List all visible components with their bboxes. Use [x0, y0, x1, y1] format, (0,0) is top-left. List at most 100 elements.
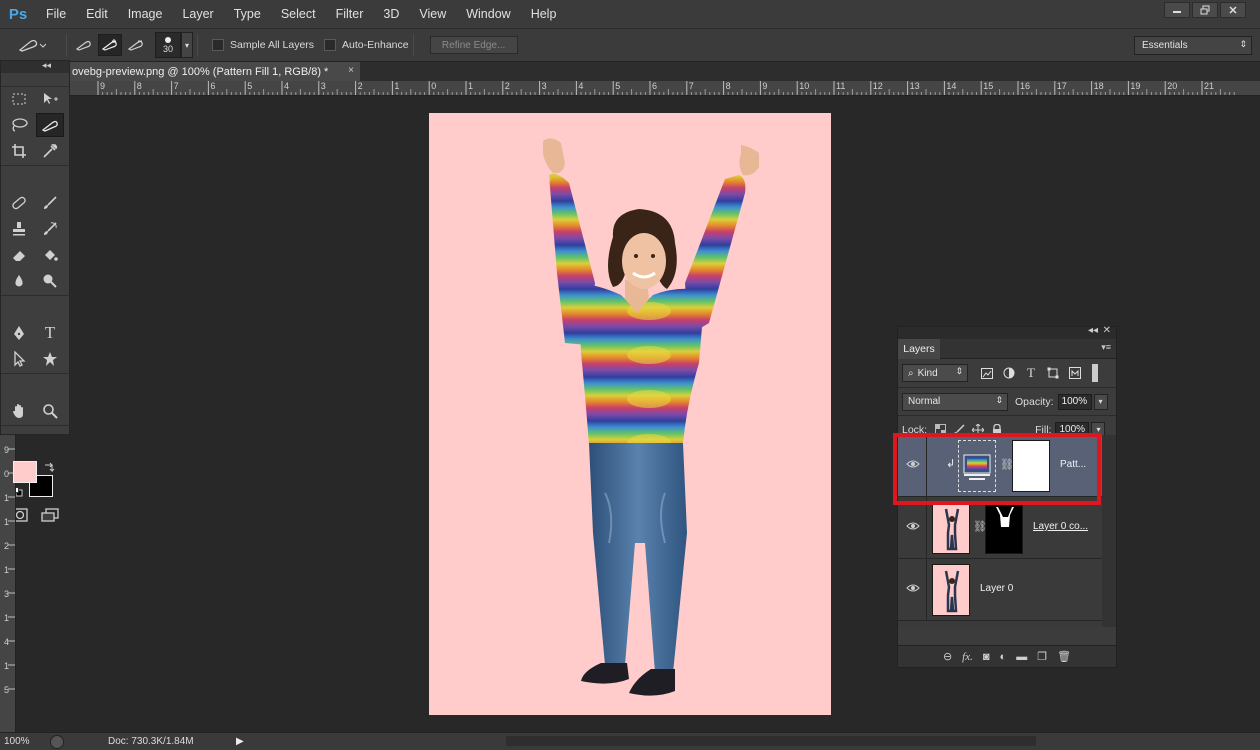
- brush-size-picker[interactable]: 30: [155, 32, 181, 58]
- zoom-icon[interactable]: [36, 399, 64, 423]
- layer-row-layer-0-copy[interactable]: ⛓ Layer 0 co...: [898, 497, 1102, 559]
- crop-icon[interactable]: [5, 139, 33, 163]
- shape-filter-icon[interactable]: [1044, 364, 1062, 382]
- menu-select[interactable]: Select: [271, 0, 326, 28]
- restore-icon[interactable]: [1192, 2, 1218, 18]
- menu-window[interactable]: Window: [456, 0, 520, 28]
- swap-colors-icon[interactable]: [43, 461, 55, 473]
- document-canvas[interactable]: [429, 113, 831, 715]
- move-icon[interactable]: [36, 87, 64, 111]
- collapse-panel-icon[interactable]: ◂◂: [1088, 325, 1098, 336]
- screen-mode-icon[interactable]: [36, 503, 64, 527]
- close-tab-icon[interactable]: ×: [348, 65, 354, 76]
- marquee-icon[interactable]: [5, 87, 33, 111]
- quick-selection-icon[interactable]: [36, 113, 64, 137]
- clone-stamp-icon[interactable]: [5, 217, 33, 241]
- minimize-icon[interactable]: [1164, 2, 1190, 18]
- filter-kind-select[interactable]: ⌕ Kind ⇕: [902, 364, 968, 382]
- adjustment-layer-icon[interactable]: ◐: [1000, 651, 1007, 663]
- paint-bucket-icon[interactable]: [36, 243, 64, 267]
- ruler-label: 6: [210, 81, 216, 91]
- ruler-label: 1: [4, 493, 10, 503]
- options-bar: 30 ▾ Sample All Layers Auto-Enhance Refi…: [0, 28, 1260, 62]
- tab-layers[interactable]: Layers: [898, 339, 940, 359]
- layer-row-layer-0[interactable]: Layer 0: [898, 559, 1102, 621]
- subtract-from-selection-mode-button[interactable]: [124, 34, 148, 56]
- path-selection-icon[interactable]: [5, 347, 33, 371]
- checkbox-box[interactable]: [324, 39, 337, 51]
- ruler-label: 1: [4, 565, 10, 575]
- menu-help[interactable]: Help: [521, 0, 567, 28]
- pen-icon[interactable]: [5, 321, 33, 345]
- add-mask-icon[interactable]: ◙: [983, 651, 990, 663]
- opacity-dropdown-icon[interactable]: ▾: [1093, 393, 1108, 410]
- layers-scrollbar[interactable]: [1102, 435, 1116, 627]
- layer-divider: [926, 559, 927, 621]
- menu-filter[interactable]: Filter: [326, 0, 374, 28]
- opacity-input[interactable]: 100%: [1057, 393, 1092, 410]
- collapse-panel-icon[interactable]: ◂◂: [42, 60, 51, 71]
- trash-icon[interactable]: 🗑: [1057, 650, 1071, 663]
- new-selection-mode-button[interactable]: [72, 34, 96, 56]
- menu-edit[interactable]: Edit: [76, 0, 118, 28]
- blur-icon[interactable]: [5, 269, 33, 293]
- healing-brush-icon[interactable]: [5, 191, 33, 215]
- document-tab[interactable]: ovebg-preview.png @ 100% (Pattern Fill 1…: [70, 62, 360, 81]
- tool-preset-picker[interactable]: [0, 28, 62, 62]
- zoom-level[interactable]: 100%: [0, 736, 44, 747]
- pixel-filter-icon[interactable]: [978, 364, 996, 382]
- sample-all-layers-checkbox[interactable]: Sample All Layers: [212, 39, 314, 51]
- eye-visibility-icon[interactable]: [906, 521, 920, 533]
- add-to-selection-mode-button[interactable]: [98, 34, 122, 56]
- history-brush-icon[interactable]: [36, 217, 64, 241]
- checkbox-box[interactable]: [212, 39, 224, 51]
- smart-object-filter-icon[interactable]: [1066, 364, 1084, 382]
- menu-type[interactable]: Type: [224, 0, 271, 28]
- link-layers-icon[interactable]: ⊖: [943, 650, 952, 663]
- refine-edge-button[interactable]: Refine Edge...: [429, 36, 518, 54]
- close-panel-icon[interactable]: ✕: [1103, 325, 1111, 336]
- chevron-updown-icon: ⇕: [1239, 39, 1247, 49]
- eraser-icon[interactable]: [5, 243, 33, 267]
- eye-visibility-icon[interactable]: [906, 583, 920, 595]
- layer-mask-thumbnail[interactable]: [985, 502, 1023, 554]
- new-layer-icon[interactable]: ❐: [1037, 650, 1047, 663]
- dodge-icon[interactable]: [36, 269, 64, 293]
- layer-name[interactable]: Layer 0: [980, 583, 1013, 594]
- layer-thumbnail[interactable]: [932, 502, 970, 554]
- close-icon[interactable]: [1220, 2, 1246, 18]
- menu-view[interactable]: View: [409, 0, 456, 28]
- ruler-label: 6: [652, 81, 658, 91]
- filter-toggle-switch[interactable]: [1092, 364, 1098, 382]
- status-info-icon[interactable]: [50, 734, 64, 749]
- status-menu-arrow-icon[interactable]: ▶: [236, 736, 244, 747]
- menu-layer[interactable]: Layer: [172, 0, 223, 28]
- type-filter-icon[interactable]: T: [1022, 364, 1040, 382]
- fx-icon[interactable]: fx.: [962, 651, 973, 663]
- hand-icon[interactable]: [5, 399, 33, 423]
- panel-menu-icon[interactable]: ▾≡: [1101, 342, 1111, 353]
- layer-thumbnail[interactable]: [932, 564, 970, 616]
- horizontal-scrollbar[interactable]: [506, 736, 1036, 746]
- lasso-icon[interactable]: [5, 113, 33, 137]
- chevron-updown-icon: ⇕: [995, 394, 1003, 405]
- brush-dropdown-arrow-icon[interactable]: ▾: [181, 32, 193, 58]
- type-icon[interactable]: T: [36, 321, 64, 345]
- ruler-label: 20: [1167, 81, 1178, 91]
- shape-icon[interactable]: [36, 347, 64, 371]
- new-group-icon[interactable]: ▬: [1016, 651, 1027, 663]
- layer-name[interactable]: Layer 0 co...: [1033, 521, 1088, 532]
- auto-enhance-checkbox[interactable]: Auto-Enhance: [324, 39, 409, 51]
- ruler-label: 2: [504, 81, 510, 91]
- menu-image[interactable]: Image: [118, 0, 173, 28]
- workspace-select[interactable]: Essentials ⇕: [1134, 36, 1252, 55]
- brush-icon[interactable]: [36, 191, 64, 215]
- blend-mode-select[interactable]: Normal ⇕: [902, 392, 1008, 411]
- foreground-color-swatch[interactable]: [13, 461, 37, 483]
- eyedropper-icon[interactable]: [36, 139, 64, 163]
- tools-panel-grip[interactable]: [1, 73, 69, 87]
- ruler-label: 3: [541, 81, 547, 91]
- menu-3d[interactable]: 3D: [373, 0, 409, 28]
- menu-file[interactable]: File: [36, 0, 76, 28]
- adjustment-filter-icon[interactable]: [1000, 364, 1018, 382]
